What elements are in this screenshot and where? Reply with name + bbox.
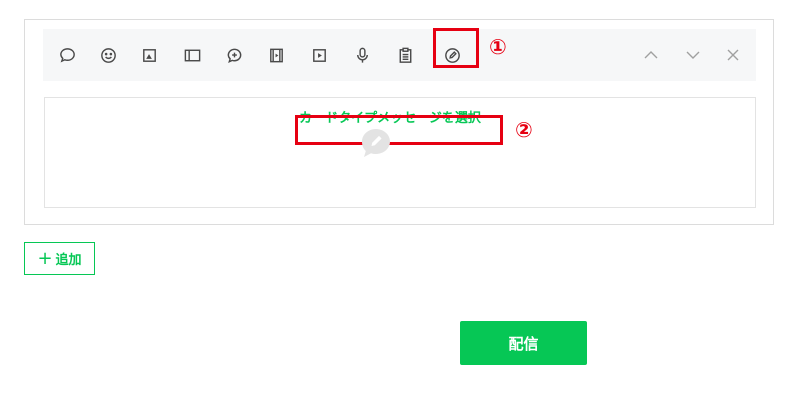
rich-message-icon (184, 49, 200, 61)
speech-bubble-icon (59, 47, 75, 63)
pencil-bubble-icon (362, 129, 390, 157)
play-icon (312, 48, 326, 62)
message-type-toolbar (43, 29, 756, 81)
image-tool[interactable] (131, 29, 167, 81)
plus-icon: + (37, 247, 53, 269)
text-message-tool[interactable] (49, 29, 85, 81)
survey-tool[interactable] (387, 29, 423, 81)
add-message-label: 追加 (55, 253, 82, 268)
clipboard-icon (399, 47, 411, 63)
coupon-tool[interactable] (216, 29, 252, 81)
highlight-box-card-tool (433, 28, 479, 68)
delete-button[interactable] (717, 29, 749, 81)
microphone-icon (356, 47, 368, 63)
coupon-icon (227, 48, 241, 63)
film-icon (269, 48, 283, 62)
annotation-step-2: ② (515, 118, 533, 142)
rich-message-tool[interactable] (174, 29, 210, 81)
deliver-label: 配信 (508, 334, 539, 353)
highlight-box-card-link (295, 115, 503, 145)
image-icon (142, 48, 156, 62)
chevron-down-icon (686, 51, 700, 59)
smiley-icon (100, 47, 116, 63)
deliver-button[interactable]: 配信 (460, 321, 587, 365)
add-message-button[interactable]: + 追加 (24, 242, 95, 275)
video-tool[interactable] (258, 29, 294, 81)
chevron-up-icon (644, 51, 658, 59)
move-down-button[interactable] (677, 29, 709, 81)
audio-tool[interactable] (344, 29, 380, 81)
video-play-tool[interactable] (301, 29, 337, 81)
sticker-tool[interactable] (90, 29, 126, 81)
annotation-step-1: ① (489, 35, 507, 59)
move-up-button[interactable] (635, 29, 667, 81)
close-icon (727, 49, 739, 61)
